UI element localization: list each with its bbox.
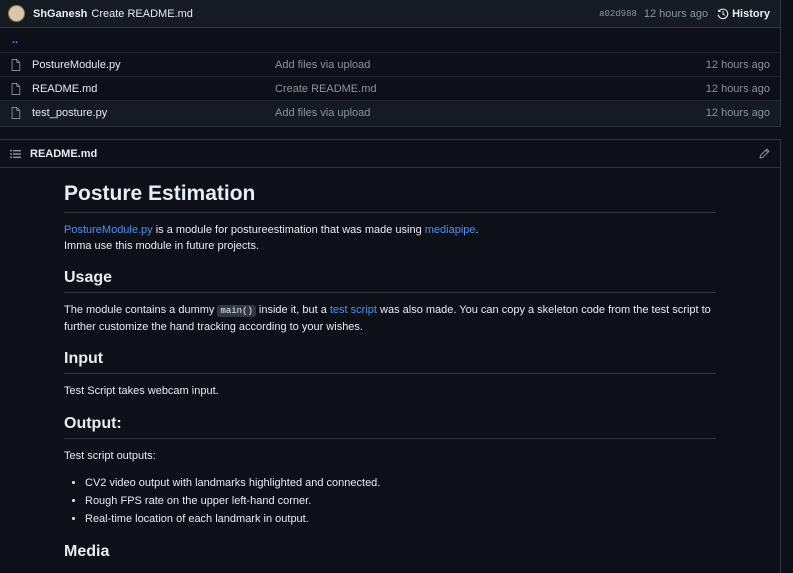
edit-pencil-icon[interactable]: [759, 148, 770, 159]
file-row[interactable]: PostureModule.py Add files via upload 12…: [0, 53, 780, 77]
intro-paragraph: PostureModule.py is a module for posture…: [64, 224, 479, 252]
file-commit-time: 12 hours ago: [705, 58, 770, 71]
file-name[interactable]: README.md: [32, 83, 275, 95]
inline-code: main(): [217, 305, 256, 317]
readme-filename[interactable]: README.md: [30, 148, 97, 160]
mediapipe-link[interactable]: mediapipe: [425, 224, 476, 236]
history-label: History: [732, 7, 770, 20]
input-heading: Input: [64, 350, 716, 374]
file-commit-message[interactable]: Add files via upload: [275, 107, 706, 119]
file-commit-time: 12 hours ago: [705, 82, 770, 95]
posture-module-link[interactable]: PostureModule.py: [64, 224, 153, 236]
file-icon: [10, 107, 22, 119]
history-button[interactable]: History: [717, 8, 770, 20]
file-commit-message[interactable]: Add files via upload: [275, 59, 706, 71]
latest-commit-bar: ShGanesh Create README.md a02d988 12 hou…: [0, 0, 780, 28]
output-paragraph: Test script outputs:: [64, 449, 156, 462]
history-icon: [717, 8, 729, 19]
output-heading: Output:: [64, 415, 716, 439]
file-list-panel: ShGanesh Create README.md a02d988 12 hou…: [0, 0, 781, 127]
readme-header: README.md: [0, 140, 780, 168]
file-name[interactable]: test_posture.py: [32, 107, 275, 119]
list-item: Rough FPS rate on the upper left-hand co…: [85, 492, 716, 510]
readme-content: Posture Estimation PostureModule.py is a…: [64, 169, 716, 566]
file-row[interactable]: README.md Create README.md 12 hours ago: [0, 77, 780, 101]
file-row[interactable]: test_posture.py Add files via upload 12 …: [0, 101, 780, 125]
list-icon[interactable]: [10, 149, 21, 159]
parent-directory-link[interactable]: ..: [0, 28, 780, 53]
file-commit-time: 12 hours ago: [705, 107, 770, 119]
commit-author[interactable]: ShGanesh: [33, 8, 87, 20]
page-scrollbar-track[interactable]: [781, 0, 793, 573]
commit-message[interactable]: Create README.md: [91, 8, 192, 20]
file-name[interactable]: PostureModule.py: [32, 59, 275, 71]
list-item: CV2 video output with landmarks highligh…: [85, 474, 716, 492]
commit-time: 12 hours ago: [643, 7, 709, 20]
file-commit-message[interactable]: Create README.md: [275, 83, 706, 95]
usage-heading: Usage: [64, 269, 716, 293]
readme-title: Posture Estimation: [64, 182, 716, 213]
file-icon: [10, 82, 22, 95]
readme-panel: README.md Posture Estimation PostureModu…: [0, 139, 781, 573]
output-list: CV2 video output with landmarks highligh…: [64, 474, 716, 528]
commit-sha[interactable]: a02d988: [599, 9, 637, 19]
input-paragraph: Test Script takes webcam input.: [64, 385, 219, 397]
test-script-link[interactable]: test script: [330, 304, 377, 316]
usage-paragraph: The module contains a dummy main() insid…: [64, 304, 711, 333]
avatar[interactable]: [8, 5, 25, 22]
media-heading: Media: [64, 543, 110, 560]
list-item: Real-time location of each landmark in o…: [85, 510, 716, 528]
file-icon: [10, 58, 22, 71]
intro-line-2: Imma use this module in future projects.: [64, 239, 260, 252]
